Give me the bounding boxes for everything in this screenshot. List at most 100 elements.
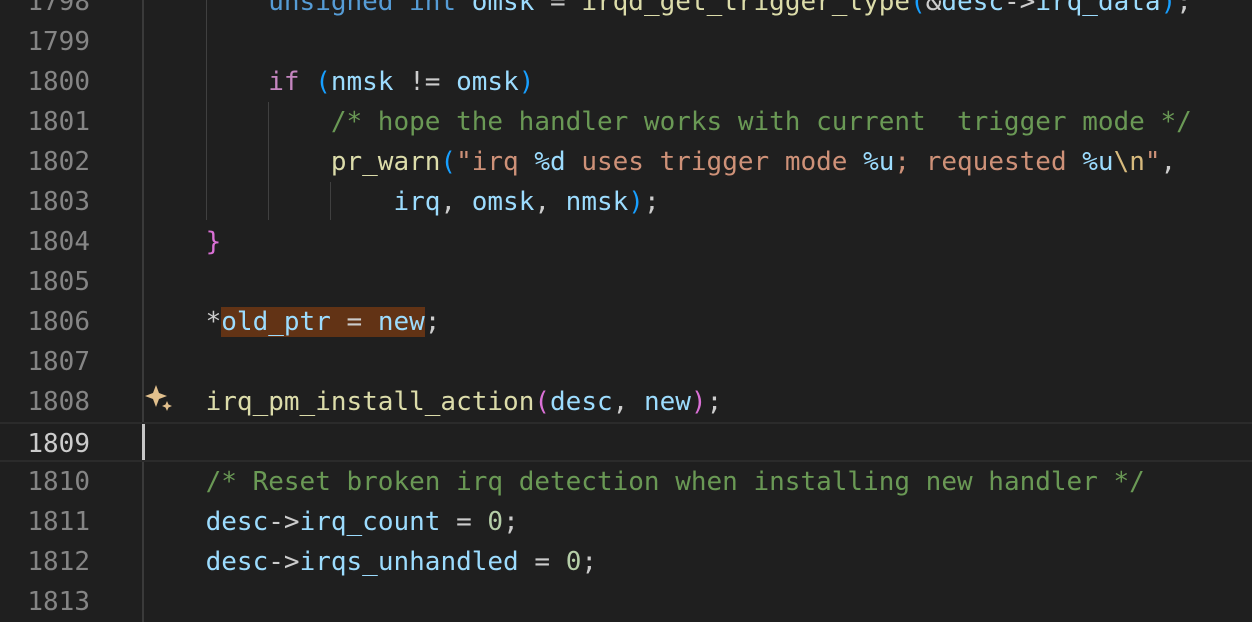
code-line[interactable]: 1813 [0, 582, 1252, 622]
code-line[interactable]: 1812 desc->irqs_unhandled = 0; [0, 542, 1252, 582]
code-token: /* Reset broken irq detection when insta… [205, 467, 1145, 497]
code-token: ; [581, 547, 597, 577]
code-text[interactable]: /* hope the handler works with current t… [143, 102, 1192, 142]
sparkle-icon[interactable] [144, 383, 174, 413]
code-token: ; [706, 387, 723, 417]
code-text[interactable]: irq_pm_install_action(desc, new); [143, 382, 723, 422]
code-line[interactable]: 1801 /* hope the handler works with curr… [0, 102, 1252, 142]
code-editor[interactable]: 1798 unsigned int omsk = irqd_get_trigge… [0, 0, 1252, 622]
code-line[interactable]: 1806 *old_ptr = new; [0, 302, 1252, 342]
code-text[interactable]: unsigned int omsk = irqd_get_trigger_typ… [143, 0, 1192, 22]
code-token: ) [518, 67, 535, 97]
code-text[interactable]: irq, omsk, nmsk); [143, 182, 659, 222]
code-line[interactable]: 1808 irq_pm_install_action(desc, new); [0, 382, 1252, 422]
line-number: 1807 [27, 347, 90, 377]
code-token: & [925, 0, 942, 17]
line-number: 1798 [27, 0, 90, 17]
code-line[interactable]: 1800 if (nmsk != omsk) [0, 62, 1252, 102]
code-token: -> [268, 507, 300, 537]
code-token: %d [534, 147, 566, 177]
code-token: ; [424, 307, 441, 337]
line-number: 1802 [27, 147, 90, 177]
code-token: if [268, 67, 300, 97]
code-line[interactable]: 1799 [0, 22, 1252, 62]
code-text[interactable]: *old_ptr = new; [143, 302, 440, 342]
code-token: ; requested [894, 147, 1083, 177]
line-number: 1801 [27, 107, 90, 137]
code-line[interactable]: 1803 irq, omsk, nmsk); [0, 182, 1252, 222]
code-token: desc [205, 547, 269, 577]
code-token: irq [393, 187, 441, 217]
code-token: \n [1113, 147, 1145, 177]
code-token: old_ptr [221, 307, 331, 337]
code-line[interactable]: 1805 [0, 262, 1252, 302]
line-number: 1808 [27, 387, 90, 417]
code-token: ( [315, 67, 331, 97]
code-token: %u [1082, 147, 1114, 177]
code-token: , [1160, 147, 1177, 177]
code-line[interactable]: 1811 desc->irq_count = 0; [0, 502, 1252, 542]
code-token: pr_warn [330, 147, 441, 177]
code-token: desc [205, 507, 269, 537]
code-line[interactable]: 1802 pr_warn("irq %d uses trigger mode %… [0, 142, 1252, 182]
code-token: ( [910, 0, 926, 17]
code-text[interactable]: } [143, 222, 222, 262]
code-token: ( [534, 387, 551, 417]
code-token: , [440, 187, 472, 217]
code-text[interactable]: if (nmsk != omsk) [143, 62, 534, 102]
code-token: -> [268, 547, 300, 577]
text-cursor [142, 424, 145, 460]
code-token: ( [440, 147, 457, 177]
code-token: ) [690, 387, 707, 417]
code-token: -> [1004, 0, 1036, 17]
code-text[interactable]: desc->irqs_unhandled = 0; [143, 542, 597, 582]
line-number: 1811 [27, 507, 90, 537]
code-token: = [534, 0, 582, 17]
line-number: 1810 [27, 467, 90, 497]
code-text[interactable]: desc->irq_count = 0; [143, 502, 519, 542]
code-token: nmsk [565, 187, 629, 217]
code-token: , [534, 187, 566, 217]
code-token: irq_count [299, 507, 441, 537]
code-token: != [393, 67, 457, 97]
code-line[interactable]: 1807 [0, 342, 1252, 382]
code-token: %u [863, 147, 895, 177]
line-number: 1803 [27, 187, 90, 217]
code-token: omsk [471, 187, 535, 217]
code-token: , [612, 387, 644, 417]
code-token: nmsk [330, 67, 394, 97]
code-token: omsk [471, 0, 535, 17]
code-token: new [377, 307, 425, 337]
line-number: 1799 [27, 27, 90, 57]
line-number: 1805 [27, 267, 90, 297]
code-token: uses trigger mode [565, 147, 864, 177]
code-token: int [409, 0, 457, 17]
line-number: 1813 [27, 587, 90, 617]
code-token: /* hope the handler works with current t… [330, 107, 1192, 137]
code-token: unsigned [268, 0, 394, 17]
code-token: = [330, 307, 378, 337]
code-line[interactable]: 1798 unsigned int omsk = irqd_get_trigge… [0, 0, 1252, 22]
code-token: " [1144, 147, 1161, 177]
code-token: * [205, 307, 222, 337]
code-token: omsk [456, 67, 519, 97]
code-line[interactable]: 1809 [0, 422, 1252, 462]
code-text[interactable]: /* Reset broken irq detection when insta… [143, 462, 1145, 502]
code-text[interactable]: pr_warn("irq %d uses trigger mode %u; re… [143, 142, 1176, 182]
code-token: ; [1176, 0, 1192, 17]
code-line[interactable]: 1810 /* Reset broken irq detection when … [0, 462, 1252, 502]
code-token: new [643, 387, 691, 417]
code-line[interactable]: 1804 } [0, 222, 1252, 262]
